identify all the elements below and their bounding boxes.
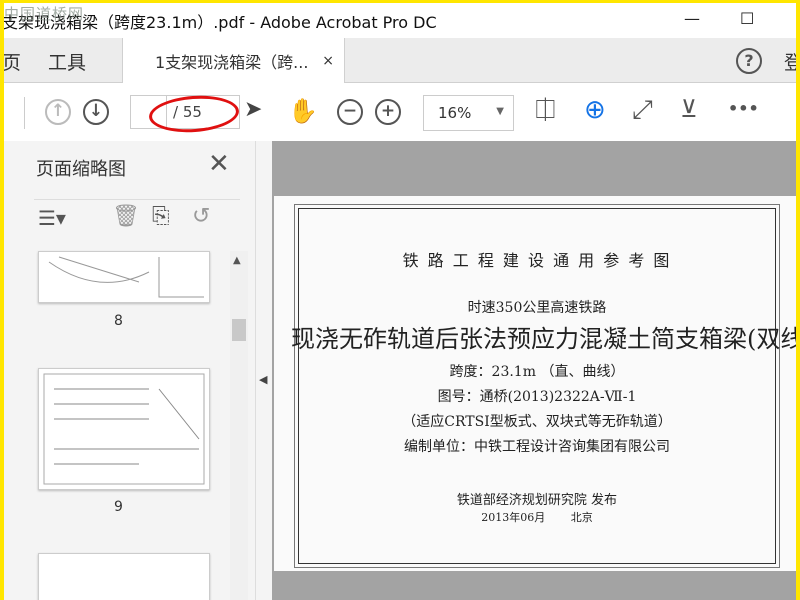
zoom-value: 16%	[438, 104, 472, 122]
pdf-page: 铁 路 工 程 建 设 通 用 参 考 图 时速350公里高速铁路 现浇无砟轨道…	[274, 196, 796, 571]
help-icon[interactable]: ?	[736, 48, 762, 74]
login-button[interactable]: 登	[784, 48, 796, 75]
tab-document[interactable]: 1支架现浇箱梁（跨... ×	[122, 38, 345, 84]
tab-tools[interactable]: 工具	[48, 48, 86, 75]
panel-toolbar: ☰▾ 🗑 ⎘ ↺	[34, 199, 240, 237]
tab-home[interactable]: 页	[4, 48, 21, 75]
insert-page-icon[interactable]: ⎘	[152, 204, 170, 229]
fit-width-icon[interactable]: ⊕	[584, 95, 606, 125]
rotate-icon[interactable]: ↺	[192, 204, 210, 229]
doc-header: 铁 路 工 程 建 设 通 用 参 考 图	[402, 251, 672, 270]
thumbnail-scrollbar[interactable]: ▲	[230, 251, 248, 600]
thumbnail-drawing	[48, 256, 204, 298]
delete-icon[interactable]: 🗑	[112, 204, 140, 229]
cover-frame: 铁 路 工 程 建 设 通 用 参 考 图 时速350公里高速铁路 现浇无砟轨道…	[291, 204, 796, 568]
next-page-icon[interactable]: ↓	[83, 99, 109, 125]
thumbnail-page-10[interactable]	[38, 553, 210, 600]
doc-compiler: 编制单位：中铁工程设计咨询集团有限公司	[404, 439, 670, 455]
hand-tool-icon[interactable]: ✋	[288, 97, 318, 125]
scroll-up-icon[interactable]: ▲	[233, 255, 241, 266]
thumbnail-page-8[interactable]	[38, 251, 210, 303]
collapse-arrow-icon[interactable]: ◀	[259, 373, 267, 386]
title-bar: 支架现浇箱梁（跨度23.1m）.pdf - Adobe Acrobat Pro …	[4, 3, 796, 38]
doc-applicable: （适应CRTSⅠ型板式、双块式等无砟轨道）	[402, 414, 672, 430]
scrollbar-thumb[interactable]	[232, 319, 246, 341]
previous-page-icon[interactable]: ↑	[45, 99, 71, 125]
select-cursor-icon[interactable]: ➤	[244, 97, 262, 122]
read-mode-icon[interactable]: ⊻	[680, 95, 698, 123]
divider	[24, 97, 25, 129]
maximize-button[interactable]: ☐	[740, 9, 754, 28]
tab-bar: 页 工具 1支架现浇箱梁（跨... × ? 登	[4, 38, 796, 84]
document-view[interactable]: 铁 路 工 程 建 设 通 用 参 考 图 时速350公里高速铁路 现浇无砟轨道…	[272, 141, 796, 600]
panel-title: 页面缩略图	[36, 159, 126, 180]
thumbnails-panel: 页面缩略图 ✕ ☰▾ 🗑 ⎘ ↺ 8 9 ▲	[4, 141, 255, 600]
thumbnail-page-9[interactable]	[38, 368, 210, 490]
panel-collapse-strip[interactable]: ◀	[255, 141, 272, 600]
doc-publisher: 铁道部经济规划研究院 发布	[456, 493, 618, 508]
thumbnail-list: 8 9	[4, 251, 230, 600]
thumbnail-drawing	[43, 373, 205, 485]
doc-title: 现浇无砟轨道后张法预应力混凝土简支箱梁(双线)	[291, 325, 796, 353]
toolbar: ↑ ↓ / 55 ➤ ✋ − + 16% ▼ ⎅ ⊕ ⤢ ⊻ •••	[4, 83, 796, 141]
close-panel-icon[interactable]: ✕	[208, 149, 230, 179]
close-tab-icon[interactable]: ×	[322, 53, 334, 69]
zoom-select[interactable]: 16% ▼	[423, 95, 514, 131]
doc-date-place: 2013年06月 北京	[481, 511, 593, 524]
options-menu-icon[interactable]: ☰▾	[38, 206, 66, 230]
fit-page-icon[interactable]: ⎅	[535, 95, 556, 126]
doc-drawing-number: 图号：通桥(2013)2322A-Ⅶ-1	[437, 389, 637, 405]
thumbnail-label: 9	[114, 499, 123, 515]
chevron-down-icon: ▼	[496, 106, 504, 117]
acrobat-window: 支架现浇箱梁（跨度23.1m）.pdf - Adobe Acrobat Pro …	[4, 3, 796, 600]
thumbnail-label: 8	[114, 313, 123, 329]
full-screen-icon[interactable]: ⤢	[632, 95, 653, 126]
doc-span: 跨度：23.1m （直、曲线）	[449, 364, 625, 380]
doc-subtitle: 时速350公里高速铁路	[467, 300, 607, 316]
zoom-in-icon[interactable]: +	[375, 99, 401, 125]
minimize-button[interactable]: —	[684, 9, 700, 28]
watermark: 中国道桥网	[4, 5, 85, 23]
zoom-out-icon[interactable]: −	[337, 99, 363, 125]
tab-document-label: 1支架现浇箱梁（跨...	[155, 53, 309, 72]
more-tools-icon[interactable]: •••	[728, 99, 759, 118]
